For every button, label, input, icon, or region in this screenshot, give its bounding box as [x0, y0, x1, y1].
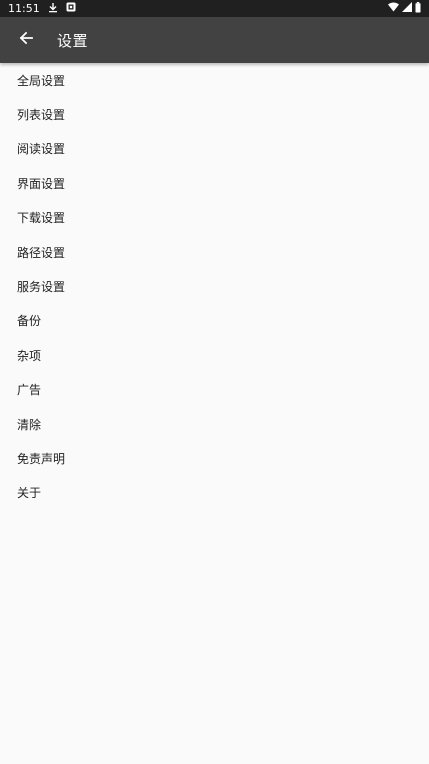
settings-item-download[interactable]: 下载设置 — [0, 201, 429, 235]
settings-item-about[interactable]: 关于 — [0, 476, 429, 510]
settings-item-global[interactable]: 全局设置 — [0, 63, 429, 97]
settings-item-reading[interactable]: 阅读设置 — [0, 132, 429, 166]
arrow-back-icon — [18, 30, 34, 50]
settings-item-service[interactable]: 服务设置 — [0, 269, 429, 303]
settings-item-ads[interactable]: 广告 — [0, 373, 429, 407]
app-bar: 设置 — [0, 17, 429, 63]
notification-icon — [66, 2, 76, 15]
settings-item-clear[interactable]: 清除 — [0, 407, 429, 441]
settings-item-disclaimer[interactable]: 免责声明 — [0, 441, 429, 475]
status-right-group — [388, 1, 421, 16]
wifi-icon — [388, 2, 399, 15]
download-icon — [48, 2, 58, 16]
settings-item-backup[interactable]: 备份 — [0, 304, 429, 338]
settings-item-path[interactable]: 路径设置 — [0, 235, 429, 269]
settings-list: 全局设置 列表设置 阅读设置 界面设置 下载设置 路径设置 服务设置 备份 杂项… — [0, 63, 429, 510]
back-button[interactable] — [14, 28, 38, 52]
status-time: 11:51 — [8, 2, 40, 15]
page-title: 设置 — [57, 31, 89, 50]
settings-item-misc[interactable]: 杂项 — [0, 338, 429, 372]
signal-icon — [402, 2, 412, 15]
status-bar: 11:51 — [0, 0, 429, 17]
settings-item-list[interactable]: 列表设置 — [0, 97, 429, 131]
settings-item-interface[interactable]: 界面设置 — [0, 166, 429, 200]
status-left-group: 11:51 — [8, 2, 76, 16]
battery-icon — [415, 1, 421, 16]
